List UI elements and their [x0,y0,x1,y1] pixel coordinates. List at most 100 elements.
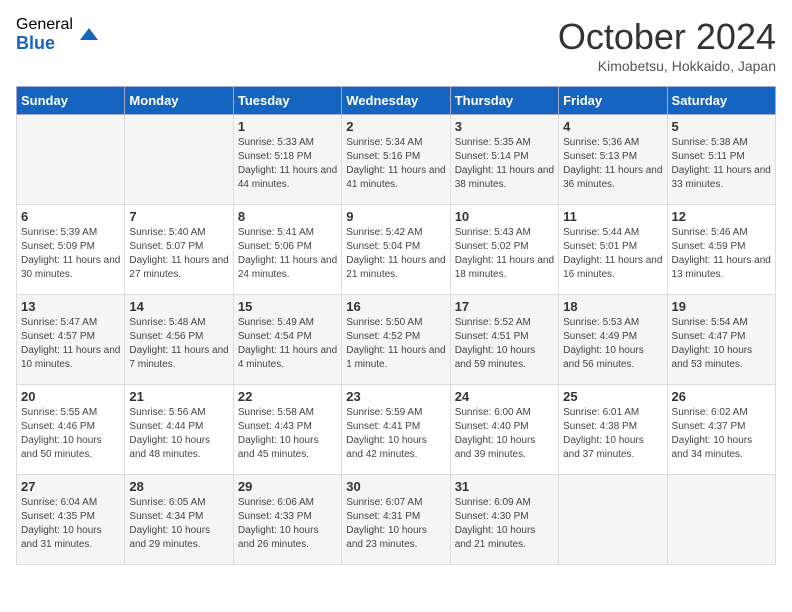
calendar-cell: 31 Sunrise: 6:09 AM Sunset: 4:30 PM Dayli… [450,475,558,565]
day-info: Sunrise: 5:52 AM Sunset: 4:51 PM Dayligh… [455,316,554,372]
day-number: 4 [563,119,662,134]
calendar-cell: 16 Sunrise: 5:50 AM Sunset: 4:52 PM Dayli… [342,295,450,385]
calendar-cell: 9 Sunrise: 5:42 AM Sunset: 5:04 PM Daylig… [342,205,450,295]
day-info: Sunrise: 5:47 AM Sunset: 4:57 PM Dayligh… [21,316,120,372]
day-number: 23 [346,389,445,404]
day-info: Sunrise: 6:06 AM Sunset: 4:33 PM Dayligh… [238,496,337,552]
calendar-cell: 8Sunrise: 5:41 AM Sunset: 5:06 PM Daylig… [233,205,341,295]
calendar-cell: 1 Sunrise: 5:33 AM Sunset: 5:18 PM Daylig… [233,115,341,205]
calendar-cell: 5 Sunrise: 5:38 AM Sunset: 5:11 PM Daylig… [667,115,775,205]
day-number: 26 [672,389,771,404]
day-number: 10 [455,209,554,224]
day-info: Sunrise: 5:49 AM Sunset: 4:54 PM Dayligh… [238,316,337,372]
calendar-cell: 29 Sunrise: 6:06 AM Sunset: 4:33 PM Dayli… [233,475,341,565]
calendar-cell [17,115,125,205]
day-info: Sunrise: 5:39 AM Sunset: 5:09 PM Dayligh… [21,226,120,282]
day-number: 13 [21,299,120,314]
day-header-saturday: Saturday [667,87,775,115]
logo-text: General Blue [16,16,73,53]
day-header-monday: Monday [125,87,233,115]
calendar-cell: 12Sunrise: 5:46 AM Sunset: 4:59 PM Dayli… [667,205,775,295]
day-number: 24 [455,389,554,404]
day-number: 30 [346,479,445,494]
logo-blue: Blue [16,34,73,54]
day-info: Sunrise: 6:00 AM Sunset: 4:40 PM Dayligh… [455,406,554,462]
day-info: Sunrise: 5:42 AM Sunset: 5:04 PM Dayligh… [346,226,445,282]
calendar-cell: 26 Sunrise: 6:02 AM Sunset: 4:37 PM Dayli… [667,385,775,475]
day-number: 25 [563,389,662,404]
day-number: 5 [672,119,771,134]
day-info: Sunrise: 6:02 AM Sunset: 4:37 PM Dayligh… [672,406,771,462]
location: Kimobetsu, Hokkaido, Japan [558,58,776,74]
day-header-friday: Friday [559,87,667,115]
day-info: Sunrise: 5:58 AM Sunset: 4:43 PM Dayligh… [238,406,337,462]
day-header-sunday: Sunday [17,87,125,115]
calendar-cell: 28 Sunrise: 6:05 AM Sunset: 4:34 PM Dayli… [125,475,233,565]
calendar-cell: 27 Sunrise: 6:04 AM Sunset: 4:35 PM Dayli… [17,475,125,565]
week-row-2: 13 Sunrise: 5:47 AM Sunset: 4:57 PM Dayli… [17,295,776,385]
day-info: Sunrise: 5:40 AM Sunset: 5:07 PM Dayligh… [129,226,228,282]
calendar-cell: 24 Sunrise: 6:00 AM Sunset: 4:40 PM Dayli… [450,385,558,475]
day-info: Sunrise: 6:05 AM Sunset: 4:34 PM Dayligh… [129,496,228,552]
week-row-3: 20 Sunrise: 5:55 AM Sunset: 4:46 PM Dayli… [17,385,776,475]
day-info: Sunrise: 5:34 AM Sunset: 5:16 PM Dayligh… [346,136,445,192]
logo: General Blue [16,16,101,53]
week-row-1: 6 Sunrise: 5:39 AM Sunset: 5:09 PM Daylig… [17,205,776,295]
calendar-cell: 18 Sunrise: 5:53 AM Sunset: 4:49 PM Dayli… [559,295,667,385]
day-number: 27 [21,479,120,494]
day-number: 9 [346,209,445,224]
day-info: Sunrise: 5:46 AM Sunset: 4:59 PM Dayligh… [672,226,771,282]
day-info: Sunrise: 5:55 AM Sunset: 4:46 PM Dayligh… [21,406,120,462]
calendar-cell: 6 Sunrise: 5:39 AM Sunset: 5:09 PM Daylig… [17,205,125,295]
day-info: Sunrise: 5:41 AM Sunset: 5:06 PM Dayligh… [238,226,337,282]
day-info: Sunrise: 6:09 AM Sunset: 4:30 PM Dayligh… [455,496,554,552]
day-info: Sunrise: 5:33 AM Sunset: 5:18 PM Dayligh… [238,136,337,192]
calendar-cell: 11Sunrise: 5:44 AM Sunset: 5:01 PM Dayli… [559,205,667,295]
calendar-cell: 25 Sunrise: 6:01 AM Sunset: 4:38 PM Dayli… [559,385,667,475]
day-info: Sunrise: 5:48 AM Sunset: 4:56 PM Dayligh… [129,316,228,372]
day-number: 28 [129,479,228,494]
month-title: October 2024 [558,16,776,58]
day-info: Sunrise: 5:43 AM Sunset: 5:02 PM Dayligh… [455,226,554,282]
day-info: Sunrise: 5:38 AM Sunset: 5:11 PM Dayligh… [672,136,771,192]
calendar-cell: 20 Sunrise: 5:55 AM Sunset: 4:46 PM Dayli… [17,385,125,475]
day-info: Sunrise: 5:36 AM Sunset: 5:13 PM Dayligh… [563,136,662,192]
calendar-cell: 3Sunrise: 5:35 AM Sunset: 5:14 PM Daylig… [450,115,558,205]
calendar-cell: 23Sunrise: 5:59 AM Sunset: 4:41 PM Dayli… [342,385,450,475]
day-header-thursday: Thursday [450,87,558,115]
day-number: 17 [455,299,554,314]
week-row-4: 27 Sunrise: 6:04 AM Sunset: 4:35 PM Dayli… [17,475,776,565]
calendar-cell: 22 Sunrise: 5:58 AM Sunset: 4:43 PM Dayli… [233,385,341,475]
day-number: 19 [672,299,771,314]
day-number: 18 [563,299,662,314]
calendar-cell: 4 Sunrise: 5:36 AM Sunset: 5:13 PM Daylig… [559,115,667,205]
day-number: 22 [238,389,337,404]
page-header: General Blue October 2024 Kimobetsu, Hok… [16,16,776,74]
day-header-tuesday: Tuesday [233,87,341,115]
day-number: 29 [238,479,337,494]
calendar-cell [125,115,233,205]
day-number: 20 [21,389,120,404]
day-number: 31 [455,479,554,494]
day-number: 2 [346,119,445,134]
day-info: Sunrise: 6:04 AM Sunset: 4:35 PM Dayligh… [21,496,120,552]
calendar-cell: 21Sunrise: 5:56 AM Sunset: 4:44 PM Dayli… [125,385,233,475]
day-info: Sunrise: 5:35 AM Sunset: 5:14 PM Dayligh… [455,136,554,192]
calendar-header: SundayMondayTuesdayWednesdayThursdayFrid… [17,87,776,115]
day-info: Sunrise: 6:01 AM Sunset: 4:38 PM Dayligh… [563,406,662,462]
calendar-cell: 15Sunrise: 5:49 AM Sunset: 4:54 PM Dayli… [233,295,341,385]
day-info: Sunrise: 5:53 AM Sunset: 4:49 PM Dayligh… [563,316,662,372]
day-number: 16 [346,299,445,314]
day-header-wednesday: Wednesday [342,87,450,115]
calendar-cell: 19Sunrise: 5:54 AM Sunset: 4:47 PM Dayli… [667,295,775,385]
calendar-cell: 7 Sunrise: 5:40 AM Sunset: 5:07 PM Daylig… [125,205,233,295]
day-number: 6 [21,209,120,224]
day-number: 14 [129,299,228,314]
day-number: 7 [129,209,228,224]
day-info: Sunrise: 5:56 AM Sunset: 4:44 PM Dayligh… [129,406,228,462]
day-info: Sunrise: 6:07 AM Sunset: 4:31 PM Dayligh… [346,496,445,552]
logo-icon [77,23,101,47]
day-info: Sunrise: 5:50 AM Sunset: 4:52 PM Dayligh… [346,316,445,372]
day-number: 1 [238,119,337,134]
calendar-cell: 30 Sunrise: 6:07 AM Sunset: 4:31 PM Dayli… [342,475,450,565]
